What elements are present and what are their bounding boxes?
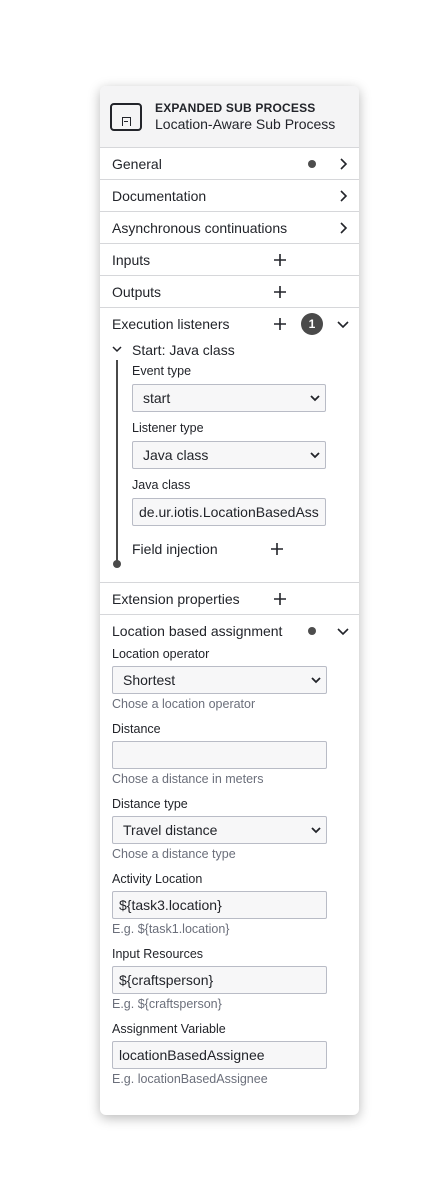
element-type: EXPANDED SUB PROCESS: [155, 100, 316, 115]
data-indicator-dot: [308, 627, 316, 635]
activity-location-hint: E.g. ${task1.location}: [112, 922, 230, 936]
add-output-plus-icon[interactable]: [273, 285, 287, 299]
group-location-assignment[interactable]: Location based assignment: [100, 615, 359, 647]
listener-title[interactable]: Start: Java class: [132, 338, 359, 362]
assignment-variable-input[interactable]: locationBasedAssignee: [112, 1041, 327, 1069]
group-execution-listeners[interactable]: Execution listeners 1: [100, 308, 359, 340]
group-extension-properties[interactable]: Extension properties: [100, 583, 359, 615]
tree-line: [116, 360, 118, 564]
chevron-down-icon: [311, 677, 321, 684]
group-documentation-label: Documentation: [112, 187, 207, 204]
group-async[interactable]: Asynchronous continuations: [100, 212, 359, 244]
element-name: Location-Aware Sub Process: [155, 115, 336, 132]
distance-hint: Chose a distance in meters: [112, 772, 264, 786]
location-assignment-fields: Location operator Shortest Chose a locat…: [100, 647, 359, 1111]
group-general[interactable]: General: [100, 148, 359, 180]
group-outputs-label: Outputs: [112, 283, 162, 300]
event-type-select[interactable]: start: [132, 384, 326, 412]
group-async-label: Asynchronous continuations: [112, 219, 288, 236]
chevron-down-icon[interactable]: [337, 318, 349, 330]
chevron-down-icon: [311, 827, 321, 834]
chevron-right-icon[interactable]: [337, 189, 349, 202]
distance-input[interactable]: [112, 741, 327, 769]
group-extension-properties-label: Extension properties: [112, 590, 240, 607]
activity-location-input[interactable]: ${task3.location}: [112, 891, 327, 919]
chevron-down-icon: [310, 452, 320, 459]
listener-count-badge: 1: [301, 313, 323, 335]
panel-header: EXPANDED SUB PROCESS Location-Aware Sub …: [100, 86, 359, 148]
distance-type-select[interactable]: Travel distance: [112, 816, 327, 844]
event-type-label: Event type: [132, 364, 192, 378]
data-indicator-dot: [308, 159, 316, 168]
java-class-input[interactable]: de.ur.iotis.LocationBasedAss: [132, 498, 326, 526]
properties-panel: EXPANDED SUB PROCESS Location-Aware Sub …: [100, 86, 359, 1115]
input-resources-label: Input Resources: [112, 947, 204, 961]
chevron-down-icon[interactable]: [337, 625, 349, 637]
distance-type-label: Distance type: [112, 797, 188, 811]
group-general-label: General: [112, 155, 162, 172]
listener-type-select[interactable]: Java class: [132, 441, 326, 469]
group-inputs-label: Inputs: [112, 251, 151, 268]
field-injection-row[interactable]: Field injection: [132, 538, 326, 560]
distance-type-hint: Chose a distance type: [112, 847, 236, 861]
chevron-right-icon[interactable]: [337, 221, 349, 234]
location-operator-value: Shortest: [123, 672, 176, 688]
chevron-down-icon[interactable]: [112, 344, 122, 354]
location-operator-hint: Chose a location operator: [112, 697, 256, 711]
location-operator-select[interactable]: Shortest: [112, 666, 327, 694]
group-location-assignment-label: Location based assignment: [112, 623, 283, 639]
event-type-value: start: [143, 390, 171, 406]
input-resources-input[interactable]: ${craftsperson}: [112, 966, 327, 994]
assignment-variable-hint: E.g. locationBasedAssignee: [112, 1072, 268, 1086]
assignment-variable-label: Assignment Variable: [112, 1022, 226, 1036]
field-injection-label: Field injection: [132, 541, 218, 557]
add-field-injection-plus-icon[interactable]: [270, 542, 284, 556]
listener-item: Start: Java class Event type start Liste…: [100, 338, 359, 582]
group-inputs[interactable]: Inputs: [100, 244, 359, 276]
add-extension-property-plus-icon[interactable]: [273, 592, 287, 606]
input-resources-hint: E.g. ${craftsperson}: [112, 997, 222, 1011]
add-input-plus-icon[interactable]: [273, 253, 287, 267]
tree-node-dot: [113, 560, 121, 568]
location-operator-label: Location operator: [112, 647, 210, 661]
add-listener-plus-icon[interactable]: [273, 317, 287, 331]
java-class-label: Java class: [132, 478, 191, 492]
group-documentation[interactable]: Documentation: [100, 180, 359, 212]
location-assignment-section: Location based assignment Location opera…: [100, 615, 359, 1111]
group-outputs[interactable]: Outputs: [100, 276, 359, 308]
distance-type-value: Travel distance: [123, 822, 218, 838]
chevron-right-icon[interactable]: [337, 157, 349, 170]
distance-label: Distance: [112, 722, 161, 736]
execution-listeners-section: Execution listeners 1 Start: Java class …: [100, 308, 359, 583]
chevron-down-icon: [310, 395, 320, 402]
listener-type-label: Listener type: [132, 421, 204, 435]
listener-type-value: Java class: [143, 447, 209, 463]
activity-location-label: Activity Location: [112, 872, 203, 886]
subprocess-expanded-icon: [110, 102, 142, 131]
